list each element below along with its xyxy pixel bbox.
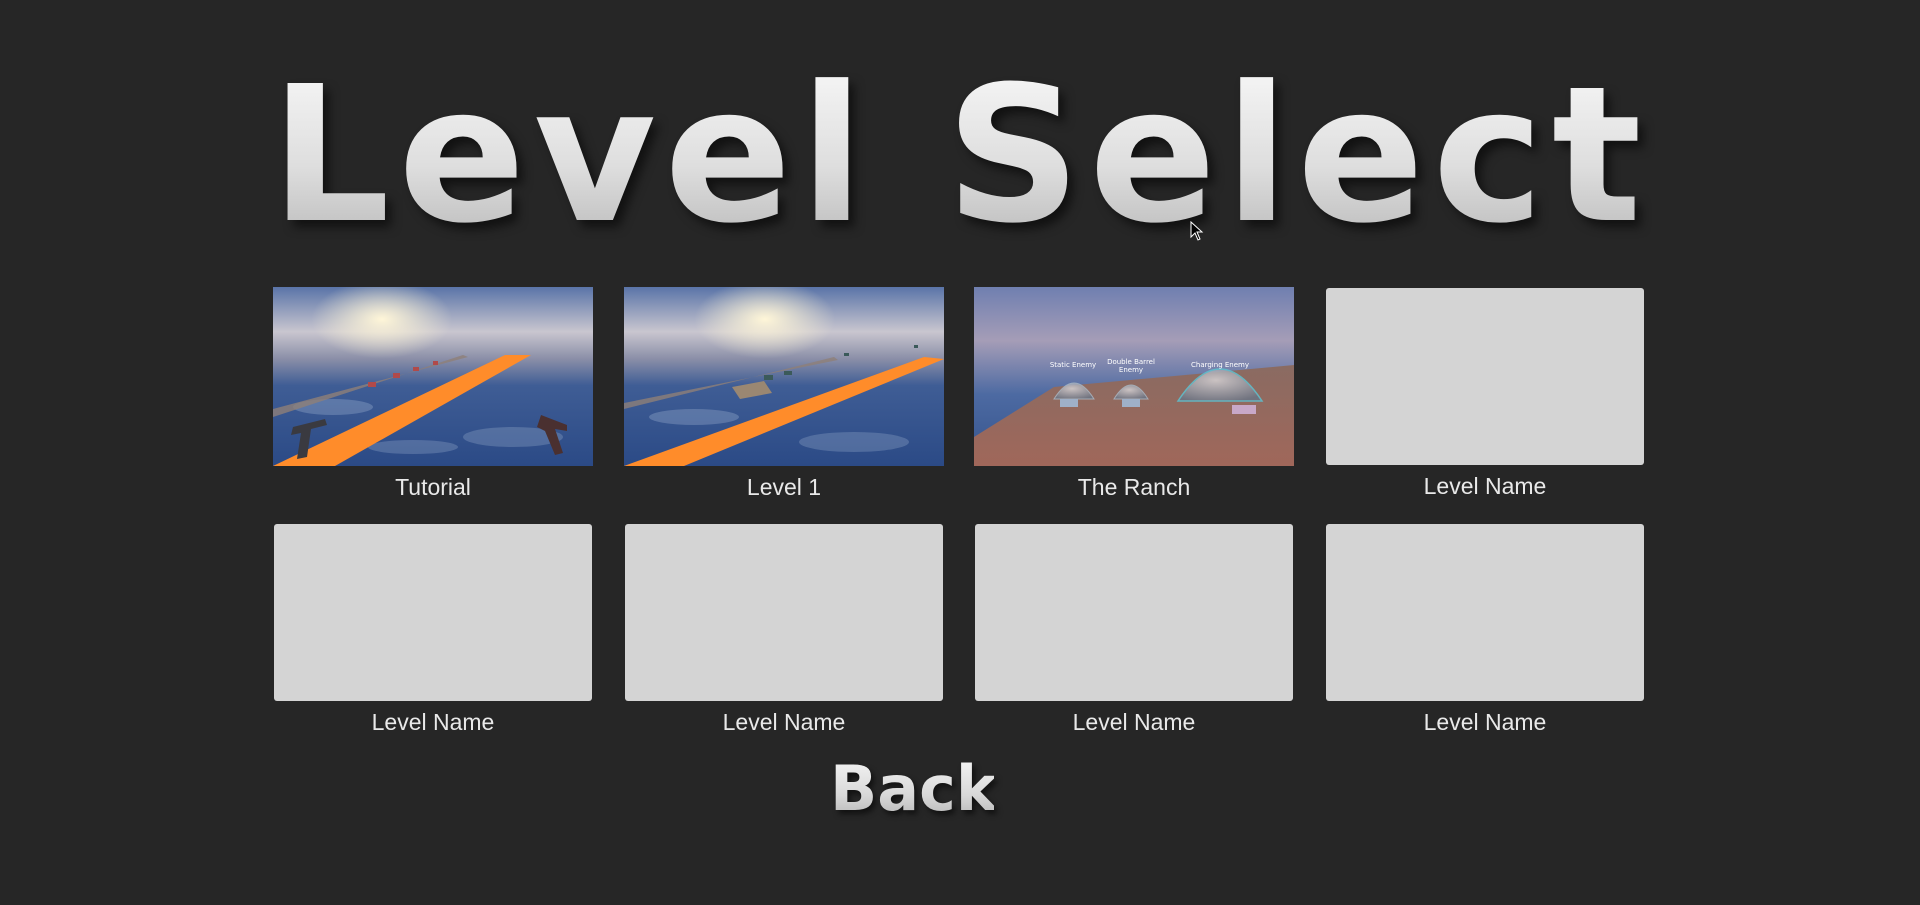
level-1-thumbnail: [624, 287, 944, 466]
level-label: Level Name: [1423, 473, 1547, 499]
level-thumbnail-placeholder: [625, 524, 943, 701]
level-label: Tutorial: [395, 474, 471, 500]
level-card-tutorial[interactable]: Tutorial: [273, 287, 593, 500]
screen-title: Level Select: [0, 62, 1920, 250]
level-card-slot-4[interactable]: Level Name: [1325, 287, 1645, 499]
level-card-level-1[interactable]: Level 1: [624, 287, 944, 500]
level-label: Level 1: [746, 474, 822, 500]
level-label: Level Name: [1423, 709, 1547, 735]
level-label: Level Name: [371, 709, 495, 735]
svg-text:Enemy: Enemy: [1119, 366, 1143, 374]
level-card-slot-7[interactable]: Level Name: [974, 523, 1294, 735]
level-card-slot-6[interactable]: Level Name: [624, 523, 944, 735]
svg-text:Charging Enemy: Charging Enemy: [1191, 361, 1249, 369]
level-select-screen: Level Select Tutorial Level 1 Static Ene…: [0, 0, 1920, 905]
level-label: Level Name: [1072, 709, 1196, 735]
svg-text:Static Enemy: Static Enemy: [1050, 361, 1096, 369]
level-card-slot-8[interactable]: Level Name: [1325, 523, 1645, 735]
level-thumbnail-placeholder: [274, 524, 592, 701]
level-label: Level Name: [722, 709, 846, 735]
level-card-the-ranch[interactable]: Static Enemy Double Barrel Enemy Chargin…: [974, 287, 1294, 500]
the-ranch-thumbnail: Static Enemy Double Barrel Enemy Chargin…: [974, 287, 1294, 466]
level-thumbnail-placeholder: [1326, 288, 1644, 465]
mouse-cursor-icon: [1190, 220, 1204, 245]
level-card-slot-5[interactable]: Level Name: [273, 523, 593, 735]
tutorial-thumbnail: [273, 287, 593, 466]
level-thumbnail-placeholder: [1326, 524, 1644, 701]
level-thumbnail-placeholder: [975, 524, 1293, 701]
level-label: The Ranch: [1077, 474, 1191, 500]
svg-text:Double Barrel: Double Barrel: [1107, 358, 1155, 366]
back-button[interactable]: Back: [830, 758, 997, 820]
